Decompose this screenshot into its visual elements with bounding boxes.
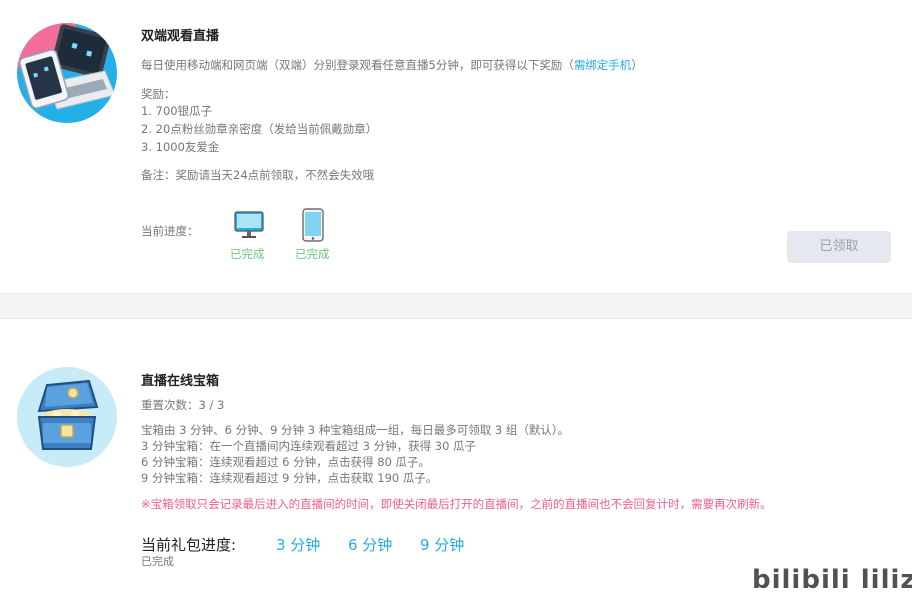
description-suffix: ）: [631, 58, 643, 72]
rule-line: 6 分钟宝箱：连续观看超过 6 分钟，点击获得 80 瓜子。: [141, 455, 431, 469]
task-title: 双端观看直播: [141, 29, 220, 44]
bind-phone-link[interactable]: 需绑定手机: [574, 58, 632, 72]
task-description: 每日使用移动端和网页端（双端）分别登录观看任意直播5分钟，即可获得以下奖励（需绑…: [141, 57, 643, 74]
treasure-chest-icon: [17, 367, 117, 467]
progress-step-6min[interactable]: 6 分钟: [348, 534, 392, 555]
warning-text: ※宝箱领取只会记录最后进入的直播间的时间，即使关闭最后打开的直播间，之前的直播间…: [141, 497, 772, 511]
gift-progress-label: 当前礼包进度:: [141, 536, 237, 554]
claimed-button[interactable]: 已领取: [787, 231, 891, 263]
progress-step-3min[interactable]: 3 分钟: [276, 534, 320, 555]
task-card-dual-watch: 双端观看直播 每日使用移动端和网页端（双端）分别登录观看任意直播5分钟，即可获得…: [0, 0, 912, 293]
description-text: 每日使用移动端和网页端（双端）分别登录观看任意直播5分钟，即可获得以下奖励（: [141, 58, 574, 72]
reward-item: 2. 20点粉丝勋章亲密度（发给当前佩戴勋章）: [141, 122, 378, 136]
reward-item: 1. 700银瓜子: [141, 104, 213, 118]
rule-line: 3 分钟宝箱：在一个直播间内连续观看超过 3 分钟，获得 30 瓜子: [141, 439, 477, 453]
task-card-treasure-box: 直播在线宝箱 重置次数：3 / 3 宝箱由 3 分钟、6 分钟、9 分钟 3 种…: [0, 319, 912, 605]
desktop-monitor-icon: [234, 211, 264, 239]
rule-line: 9 分钟宝箱：连续观看超过 9 分钟，点击获取 190 瓜子。: [141, 471, 438, 485]
reward-item: 3. 1000友爱金: [141, 140, 220, 154]
rule-line: 宝箱由 3 分钟、6 分钟、9 分钟 3 种宝箱组成一组，每日最多可领取 3 组…: [141, 423, 570, 437]
pc-status: 已完成: [230, 247, 265, 261]
mobile-status: 已完成: [295, 247, 330, 261]
reward-header: 奖励：: [141, 87, 176, 101]
task-title: 直播在线宝箱: [141, 374, 220, 389]
section-divider: [0, 293, 912, 319]
progress-step-9min[interactable]: 9 分钟: [420, 534, 464, 555]
progress-status: 已完成: [141, 555, 174, 568]
progress-label: 当前进度：: [141, 224, 199, 238]
watermark: bilibili lilizgj: [752, 565, 912, 595]
task-note: 备注：奖励请当天24点前领取，不然会失效哦: [141, 168, 375, 182]
mobile-phone-icon: [302, 208, 324, 242]
laptop-tablet-mascot-icon: [17, 23, 117, 123]
reset-count: 重置次数：3 / 3: [141, 398, 225, 412]
